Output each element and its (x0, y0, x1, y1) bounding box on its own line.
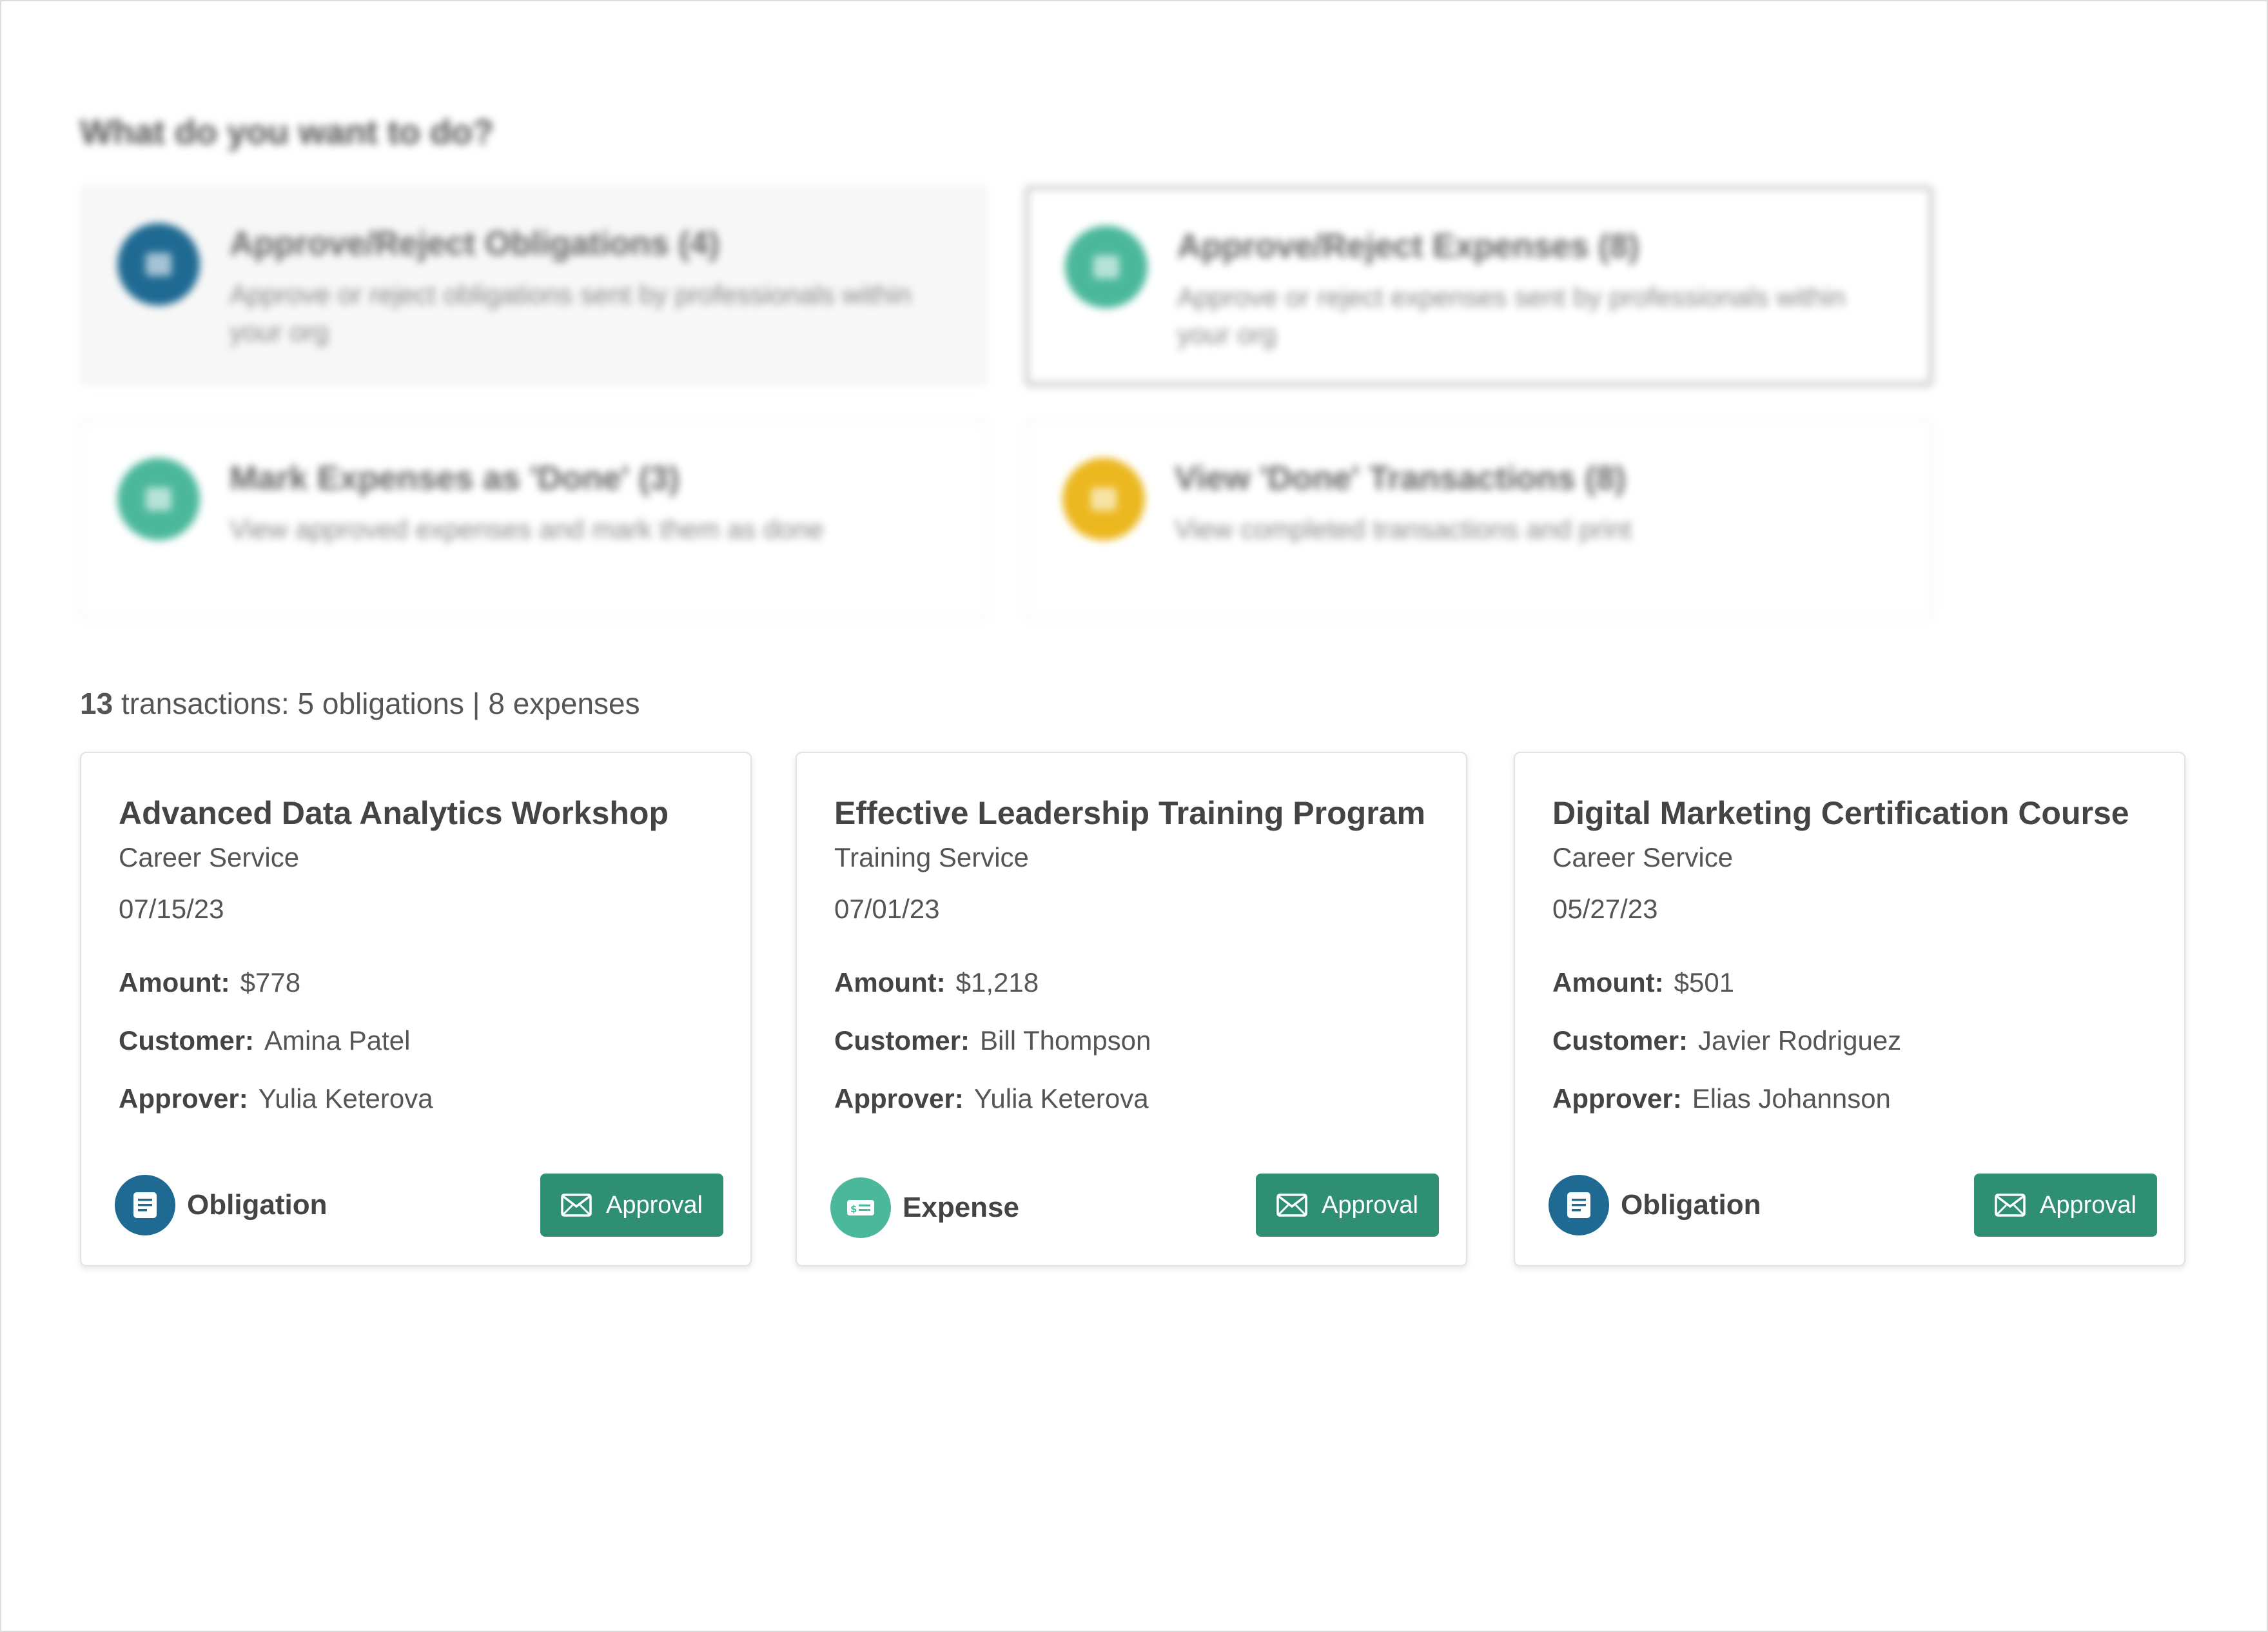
amount-row: Amount: $778 (119, 967, 300, 998)
customer-row: Customer: Javier Rodriguez (1552, 1025, 1901, 1056)
action-approve-obligations[interactable]: Approve/Reject Obligations (4) Approve o… (80, 186, 988, 386)
amount-value: $501 (1674, 967, 1735, 998)
customer-row: Customer: Amina Patel (119, 1025, 410, 1056)
transactions-summary: 13 transactions: 5 obligations | 8 expen… (80, 686, 640, 721)
card-title: Digital Marketing Certification Course (1552, 795, 2129, 831)
amount-label: Amount: (119, 967, 230, 998)
customer-label: Customer: (119, 1025, 255, 1056)
document-icon (115, 1175, 175, 1235)
approval-label: Approval (606, 1191, 703, 1219)
customer-value: Bill Thompson (980, 1025, 1151, 1056)
action-title: View 'Done' Transactions (8) (1175, 460, 1626, 497)
card-title: Effective Leadership Training Program (834, 795, 1425, 831)
action-description: View completed transactions and print (1175, 514, 1632, 544)
approver-row: Approver: Yulia Keterova (119, 1083, 433, 1114)
amount-label: Amount: (834, 967, 946, 998)
card-date: 05/27/23 (1552, 894, 1658, 924)
transaction-type: $ Expense (830, 1177, 1019, 1238)
approval-label: Approval (1322, 1191, 1418, 1219)
amount-row: Amount: $1,218 (834, 967, 1039, 998)
approver-row: Approver: Elias Johannson (1552, 1083, 1891, 1114)
action-title: Approve/Reject Obligations (4) (230, 225, 719, 262)
action-title: Approve/Reject Expenses (8) (1177, 228, 1639, 265)
transaction-type: Obligation (115, 1175, 327, 1235)
action-view-done[interactable]: View 'Done' Transactions (8) View comple… (1025, 420, 1933, 620)
transaction-type: Obligation (1549, 1175, 1761, 1235)
document-icon (117, 223, 200, 306)
money-icon (117, 458, 200, 540)
amount-row: Amount: $501 (1552, 967, 1734, 998)
type-label: Obligation (187, 1189, 327, 1221)
money-icon: $ (830, 1177, 891, 1238)
action-description: Approve or reject obligations sent by pr… (230, 279, 912, 347)
document-icon (1549, 1175, 1609, 1235)
approver-value: Elias Johannson (1692, 1083, 1891, 1114)
card-service: Career Service (119, 842, 300, 872)
card-date: 07/15/23 (119, 894, 224, 924)
customer-label: Customer: (1552, 1025, 1688, 1056)
approver-value: Yulia Keterova (258, 1083, 433, 1114)
transaction-card: Digital Marketing Certification Course C… (1514, 752, 2185, 1266)
mail-icon (561, 1194, 592, 1217)
approval-button[interactable]: Approval (1974, 1174, 2157, 1237)
approver-label: Approver: (119, 1083, 248, 1114)
approval-button[interactable]: Approval (1256, 1174, 1439, 1237)
action-title: Mark Expenses as 'Done' (3) (230, 460, 680, 497)
section-title: What do you want to do? (80, 113, 494, 152)
approver-label: Approver: (1552, 1083, 1682, 1114)
approval-button[interactable]: Approval (540, 1174, 723, 1237)
amount-value: $778 (240, 967, 301, 998)
card-service: Career Service (1552, 842, 1734, 872)
approver-value: Yulia Keterova (973, 1083, 1149, 1114)
card-service: Training Service (834, 842, 1029, 872)
customer-value: Amina Patel (264, 1025, 411, 1056)
card-date: 07/01/23 (834, 894, 940, 924)
type-label: Expense (903, 1192, 1019, 1223)
type-label: Obligation (1621, 1189, 1761, 1221)
money-icon (1065, 226, 1148, 308)
card-title: Advanced Data Analytics Workshop (119, 795, 669, 831)
action-description: View approved expenses and mark them as … (230, 514, 824, 544)
transactions-count: 13 (80, 687, 113, 720)
transaction-card: Advanced Data Analytics Workshop Career … (80, 752, 752, 1266)
amount-value: $1,218 (955, 967, 1039, 998)
transaction-card: Effective Leadership Training Program Tr… (796, 752, 1467, 1266)
action-approve-expenses[interactable]: Approve/Reject Expenses (8) Approve or r… (1025, 186, 1933, 386)
transactions-breakdown: transactions: 5 obligations | 8 expenses (113, 687, 640, 720)
action-description: Approve or reject expenses sent by profe… (1177, 282, 1846, 349)
amount-label: Amount: (1552, 967, 1664, 998)
mail-icon (1276, 1194, 1307, 1217)
approver-row: Approver: Yulia Keterova (834, 1083, 1149, 1114)
svg-text:$: $ (850, 1203, 857, 1215)
check-icon (1062, 458, 1145, 540)
action-mark-done[interactable]: Mark Expenses as 'Done' (3) View approve… (80, 420, 988, 620)
customer-label: Customer: (834, 1025, 970, 1056)
customer-row: Customer: Bill Thompson (834, 1025, 1151, 1056)
approver-label: Approver: (834, 1083, 964, 1114)
approval-label: Approval (2040, 1191, 2136, 1219)
mail-icon (1995, 1194, 2026, 1217)
customer-value: Javier Rodriguez (1698, 1025, 1902, 1056)
